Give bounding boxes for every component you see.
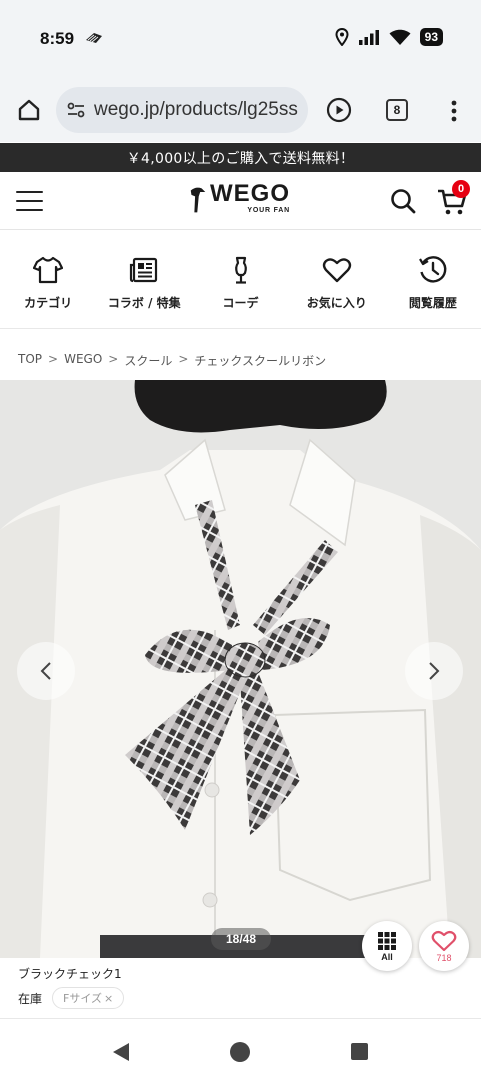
next-image-button[interactable]	[405, 642, 463, 700]
view-all-label: All	[381, 951, 393, 962]
tab-count: 8	[393, 103, 401, 117]
cart-count-badge: 0	[452, 180, 470, 198]
stock-row: 在庫 Fサイズ ×	[18, 987, 125, 1009]
status-bar: 8:59 93	[0, 0, 481, 78]
breadcrumb-wego[interactable]: WEGO	[64, 352, 102, 369]
notification-icon	[86, 33, 102, 43]
breadcrumb-current: チェックスクールリボン	[194, 354, 327, 368]
product-image-gallery[interactable]: 18/48	[0, 380, 481, 958]
size-chip-label: Fサイズ	[63, 992, 103, 1005]
size-chip[interactable]: Fサイズ ×	[52, 987, 125, 1009]
view-all-images-button[interactable]: All	[362, 921, 412, 971]
favorite-count: 718	[436, 952, 452, 963]
tabs-button[interactable]: 8	[386, 99, 408, 121]
home-circle-icon[interactable]	[230, 1042, 250, 1062]
logo-sub: YOUR FAN	[247, 207, 290, 214]
wego-logo-figure-icon	[190, 187, 206, 213]
breadcrumb-separator: >	[178, 352, 189, 366]
browser-home-button[interactable]	[14, 95, 44, 125]
grid-icon	[378, 931, 396, 950]
previous-image-button[interactable]	[17, 642, 75, 700]
breadcrumb: TOP > WEGO > スクール > チェックスクールリボン	[18, 352, 326, 369]
quick-nav-favorites[interactable]: お気に入り	[289, 231, 385, 328]
image-counter: 18/48	[211, 928, 271, 950]
location-icon	[335, 28, 349, 46]
status-icons: 93	[335, 28, 443, 46]
history-icon	[418, 256, 447, 283]
quick-nav: カテゴリ コラボ / 特集 コーデ お気に入り 閲覧履歴	[0, 231, 481, 329]
heart-icon	[322, 258, 351, 283]
breadcrumb-separator: >	[48, 352, 59, 366]
mannequin-icon	[234, 256, 247, 284]
chevron-left-icon	[40, 662, 51, 680]
promo-text: ￥4,000以上のご購入で送料無料！	[126, 150, 355, 167]
address-bar[interactable]: wego.jp/products/lg25ss	[56, 87, 308, 133]
wifi-icon	[389, 29, 411, 45]
stock-label: 在庫	[18, 991, 43, 1006]
search-icon[interactable]	[389, 187, 417, 215]
play-icon[interactable]	[326, 97, 352, 123]
back-icon[interactable]	[111, 1042, 131, 1062]
newspaper-icon	[130, 257, 158, 283]
site-settings-icon[interactable]	[66, 100, 86, 120]
quick-nav-label: コラボ / 特集	[107, 296, 181, 310]
favorite-button[interactable]: 718	[419, 921, 469, 971]
site-header: WEGO YOUR FAN	[0, 172, 481, 230]
free-shipping-banner[interactable]: ￥4,000以上のご購入で送料無料！	[0, 143, 481, 172]
browser-toolbar: wego.jp/products/lg25ss 8	[0, 78, 481, 142]
hamburger-icon[interactable]	[16, 191, 43, 212]
chevron-right-icon	[429, 662, 440, 680]
tshirt-icon	[33, 256, 64, 284]
status-time: 8:59	[40, 29, 75, 48]
url-text: wego.jp/products/lg25ss	[94, 99, 298, 120]
quick-nav-label: コーデ	[222, 296, 259, 310]
quick-nav-label: 閲覧履歴	[408, 296, 457, 310]
breadcrumb-separator: >	[108, 352, 119, 366]
quick-nav-collab[interactable]: コラボ / 特集	[96, 231, 192, 328]
quick-nav-history[interactable]: 閲覧履歴	[385, 231, 481, 328]
breadcrumb-top[interactable]: TOP	[18, 352, 42, 369]
logo-main: WEGO	[210, 180, 290, 207]
battery-icon: 93	[419, 28, 443, 46]
system-navigation-bar	[0, 1019, 481, 1080]
quick-nav-label: お気に入り	[306, 296, 367, 310]
quick-nav-category[interactable]: カテゴリ	[0, 231, 96, 328]
breadcrumb-school[interactable]: スクール	[124, 352, 172, 369]
heart-outline-icon	[431, 930, 457, 951]
close-icon: ×	[104, 991, 114, 1005]
quick-nav-coordinate[interactable]: コーデ	[192, 231, 288, 328]
signal-icon	[358, 30, 379, 45]
recent-apps-icon[interactable]	[351, 1043, 368, 1060]
quick-nav-label: カテゴリ	[24, 296, 73, 310]
home-icon	[18, 99, 40, 121]
more-menu-icon[interactable]	[444, 98, 464, 124]
selected-color-name: ブラックチェック1	[18, 967, 122, 981]
wego-logo[interactable]: WEGO YOUR FAN	[190, 181, 290, 221]
